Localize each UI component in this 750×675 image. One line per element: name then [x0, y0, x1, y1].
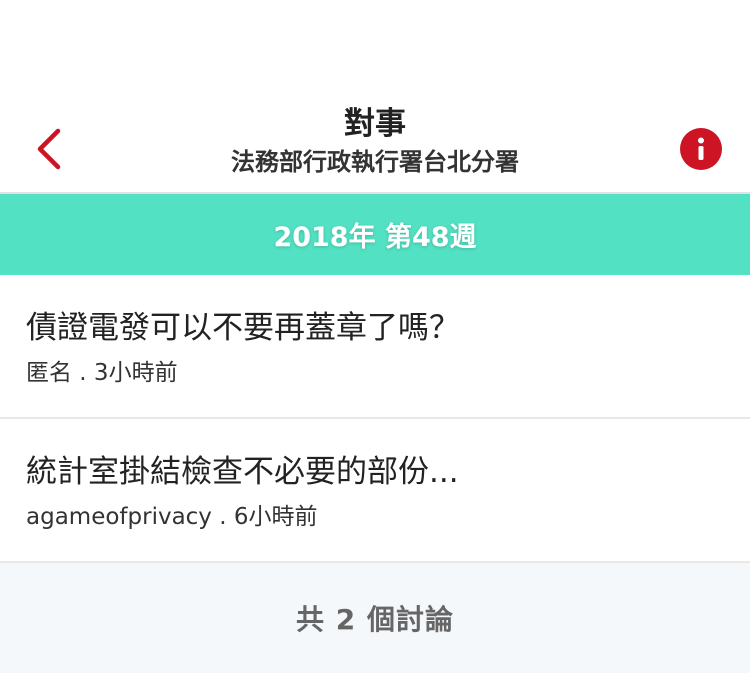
back-button[interactable] — [22, 122, 76, 176]
info-button[interactable] — [680, 128, 722, 170]
post-meta: agameofprivacy . 6小時前 — [26, 504, 318, 530]
week-label: 2018年 第48週 — [273, 222, 477, 253]
list-item[interactable]: 債證電發可以不要再蓋章了嗎？ 匿名 . 3小時前 — [0, 275, 750, 419]
navigation-bar: 對事 法務部行政執行署台北分署 — [0, 100, 750, 194]
chevron-left-icon — [37, 128, 61, 170]
discussion-count: 共 2 個討論 — [296, 603, 454, 636]
list-item[interactable]: 統計室掛結檢查不必要的部份... agameofprivacy . 6小時前 — [0, 419, 750, 563]
info-icon — [698, 137, 704, 160]
app-screen: 對事 法務部行政執行署台北分署 2018年 第48週 債證電發可以不要再蓋章了嗎… — [0, 0, 750, 675]
discussion-count-footer: 共 2 個討論 — [0, 563, 750, 673]
post-title: 統計室掛結檢查不必要的部份... — [26, 454, 459, 490]
page-title: 對事 — [344, 106, 406, 142]
page-subtitle: 法務部行政執行署台北分署 — [231, 148, 519, 176]
post-list: 債證電發可以不要再蓋章了嗎？ 匿名 . 3小時前 統計室掛結檢查不必要的部份..… — [0, 275, 750, 563]
week-banner: 2018年 第48週 — [0, 194, 750, 275]
status-area — [0, 0, 750, 100]
post-meta: 匿名 . 3小時前 — [26, 360, 178, 386]
nav-titles: 對事 法務部行政執行署台北分署 — [120, 100, 630, 178]
post-title: 債證電發可以不要再蓋章了嗎？ — [26, 310, 460, 346]
